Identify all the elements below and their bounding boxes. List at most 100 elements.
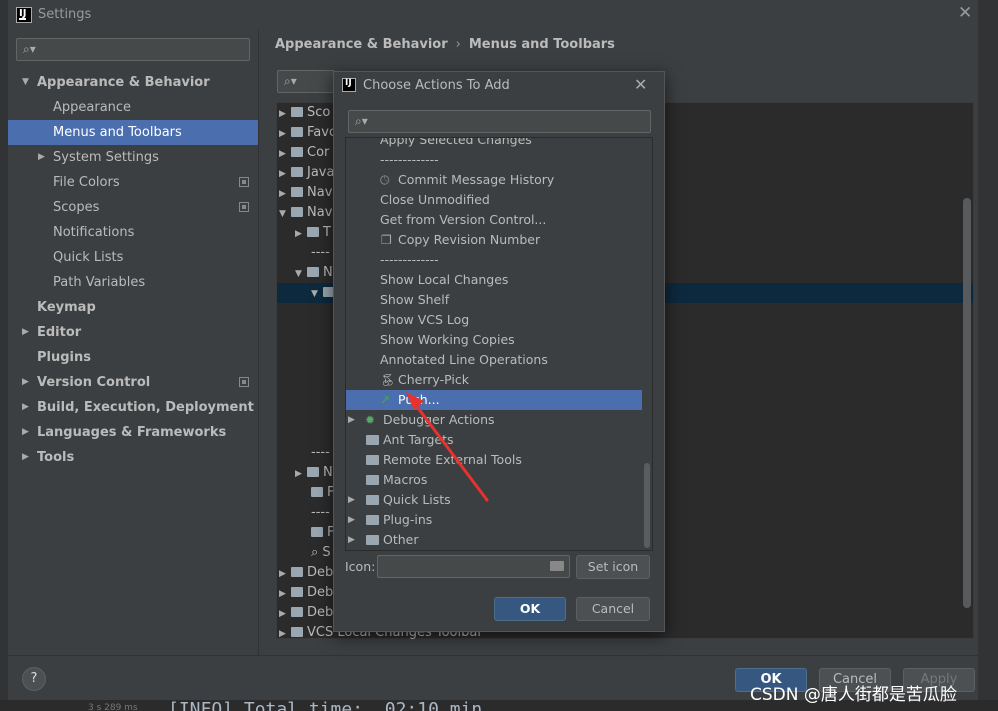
toolbar-search-input[interactable]: ⌕▾ [277,70,335,93]
tree-node[interactable]: ---- [311,503,330,523]
tree-node[interactable]: ▶ N [295,463,333,483]
tree-node[interactable]: F [311,523,334,543]
tree-node[interactable]: ▶ Deb [279,563,333,583]
list-item[interactable]: ▶ ✹ Debugger Actions [346,410,642,430]
chevron-right-icon: ▶ [348,535,355,545]
list-item[interactable]: ▶ Other [346,530,642,550]
intellij-logo-icon: IJ [16,7,32,23]
folder-open-icon[interactable] [550,561,564,571]
console-output: [INFO] Total time: 02:10 min [168,699,483,711]
close-icon[interactable]: ✕ [634,75,647,94]
nav-quick-lists[interactable]: Quick Lists [8,245,258,270]
dialog-title: Choose Actions To Add [363,78,510,93]
nav-notifications[interactable]: Notifications [8,220,258,245]
nav-appearance-behavior[interactable]: ▼ Appearance & Behavior [8,70,258,95]
list-scrollbar[interactable] [644,463,650,548]
dialog-cancel-button[interactable]: Cancel [576,597,650,621]
search-icon: ⌕▾ [23,42,36,56]
settings-search-input[interactable]: ⌕▾ [16,38,250,61]
folder-icon [366,535,379,545]
tree-node[interactable]: F [311,483,334,503]
folder-icon [366,435,379,445]
list-item[interactable]: Apply Selected Changes [346,138,642,150]
tree-node[interactable]: ▶ Deb [279,603,333,623]
tree-node[interactable]: ⌕ S [311,543,331,563]
nav-keymap[interactable]: Keymap [8,295,258,320]
chevron-right-icon: ▶ [348,415,355,425]
tree-node[interactable]: ▶ Cor [279,143,329,163]
tree-node[interactable]: ▼ N [295,263,333,283]
list-item[interactable]: Remote External Tools [346,450,642,470]
tree-node[interactable]: ---- [311,443,330,463]
nav-path-variables[interactable]: Path Variables [8,270,258,295]
copy-icon: ❐ [381,233,392,247]
intellij-logo-icon: IJ [342,78,356,92]
list-item[interactable]: Annotated Line Operations [346,350,642,370]
close-icon[interactable]: ✕ [958,3,972,23]
list-item[interactable]: Show Shelf [346,290,642,310]
list-item-push-selected[interactable]: ↗ Push... [346,390,642,410]
list-item[interactable]: ▶ Plug-ins [346,510,642,530]
list-separator: ------------- [380,152,439,167]
tree-node[interactable]: ▼ Nav [279,203,332,223]
tree-node[interactable]: ▶ Sco [279,103,330,123]
list-item[interactable]: Ant Targets [346,430,642,450]
list-item[interactable]: Show VCS Log [346,310,642,330]
nav-menus-and-toolbars[interactable]: Menus and Toolbars [8,120,258,145]
chevron-right-icon: ▶ [22,452,29,462]
actions-list: Apply Selected Changes ------------- 🕓︎ C… [345,137,653,551]
history-icon: 🕓︎ [380,173,390,187]
project-level-icon [239,202,249,212]
cherry-pick-icon: 🍒︎ [380,373,396,387]
nav-build-execution-deployment[interactable]: ▶ Build, Execution, Deployment [8,395,258,420]
chevron-right-icon: ▶ [22,377,29,387]
list-item[interactable]: Show Working Copies [346,330,642,350]
help-button[interactable]: ? [22,667,46,691]
tree-node[interactable]: ▶ T [295,223,331,243]
nav-version-control[interactable]: ▶ Version Control [8,370,258,395]
tree-node[interactable]: ▶ Deb [279,583,333,603]
tree-node[interactable]: ▶ Nav [279,183,332,203]
set-icon-button[interactable]: Set icon [576,555,650,579]
breadcrumb: Appearance & Behavior › Menus and Toolbars [275,37,615,52]
tree-node[interactable]: ▶ Favo [279,123,337,143]
choose-actions-dialog: IJ Choose Actions To Add ✕ ⌕▾ Apply Sele… [333,71,665,632]
chevron-right-icon: ▶ [22,327,29,337]
list-item[interactable]: Get from Version Control... [346,210,642,230]
dialog-ok-button[interactable]: OK [494,597,566,621]
nav-appearance[interactable]: Appearance [8,95,258,120]
list-item[interactable]: 🕓︎ Commit Message History [346,170,642,190]
push-arrow-icon: ↗ [380,393,391,407]
list-item[interactable]: ❐ Copy Revision Number [346,230,642,250]
nav-system-settings[interactable]: ▶ System Settings [8,145,258,170]
list-item[interactable]: ▶ Quick Lists [346,490,642,510]
nav-languages-frameworks[interactable]: ▶ Languages & Frameworks [8,420,258,445]
window-title: Settings [38,7,92,22]
tree-node[interactable]: ▶ Java [279,163,334,183]
icon-path-input[interactable] [377,555,570,578]
nav-tools[interactable]: ▶ Tools [8,445,258,470]
title-bar: IJ Settings ✕ [8,0,978,30]
search-icon: ⌕▾ [355,114,368,128]
folder-icon [366,475,379,485]
chevron-right-icon: ▶ [22,402,29,412]
actions-search-input[interactable]: ⌕▾ [348,110,651,133]
nav-editor[interactable]: ▶ Editor [8,320,258,345]
list-item[interactable]: 🍒︎ Cherry-Pick [346,370,642,390]
settings-nav: ⌕▾ ▼ Appearance & Behavior Appearance Me… [8,30,258,655]
tree-node[interactable]: ---- [311,243,330,263]
list-separator: ------------- [380,252,439,267]
list-item[interactable]: Show Local Changes [346,270,642,290]
watermark: CSDN @唐人街都是苦瓜脸 [750,685,957,705]
nav-scopes[interactable]: Scopes [8,195,258,220]
chevron-right-icon: ▶ [348,495,355,505]
search-icon: ⌕ [311,545,319,560]
background-ide-right [978,0,998,711]
console-time: 3 s 289 ms [88,703,138,711]
vertical-scrollbar[interactable] [963,198,971,608]
nav-plugins[interactable]: Plugins [8,345,258,370]
list-item[interactable]: Macros [346,470,642,490]
list-item[interactable]: Close Unmodified [346,190,642,210]
chevron-right-icon: ▶ [348,515,355,525]
nav-file-colors[interactable]: File Colors [8,170,258,195]
